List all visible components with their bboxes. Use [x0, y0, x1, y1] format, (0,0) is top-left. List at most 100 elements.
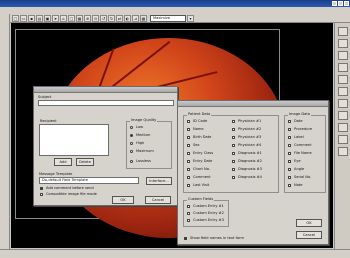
image-field-checkbox[interactable] [288, 128, 291, 131]
quality-lossless-label: Lossless [136, 159, 151, 163]
patient-field-checkbox[interactable] [232, 176, 235, 179]
patient-field-label: Comment [193, 175, 211, 179]
patient-field-checkbox[interactable] [187, 144, 190, 147]
image-field-checkbox[interactable] [288, 184, 291, 187]
patient-field-checkbox[interactable] [187, 152, 190, 155]
patient-data-label: Patient Data [187, 112, 212, 116]
patient-field-label: Physician #4 [238, 143, 262, 147]
subject-input[interactable] [38, 100, 174, 106]
ok-button[interactable]: OK [296, 219, 322, 227]
dropdown-arrow-icon[interactable]: ▾ [187, 14, 194, 22]
new-icon[interactable]: □ [12, 14, 19, 22]
patient-field-checkbox[interactable] [232, 120, 235, 123]
flip-icon[interactable]: ⇄ [116, 14, 123, 22]
quality-medium-radio[interactable] [130, 134, 133, 137]
add-comment-checkbox[interactable] [40, 187, 43, 190]
grid-icon[interactable]: ▦ [140, 14, 147, 22]
recipient-list[interactable] [39, 124, 109, 156]
recipient-label: Recipient [40, 119, 57, 123]
export-tool-icon[interactable] [338, 87, 348, 96]
thumbnail-tool-icon[interactable] [338, 27, 348, 36]
quality-lossless-radio[interactable] [130, 160, 133, 163]
ok-button[interactable]: OK [112, 196, 134, 204]
image-field-checkbox[interactable] [288, 120, 291, 123]
filter-tool-icon[interactable] [338, 63, 348, 72]
custom-field-checkbox[interactable] [187, 219, 190, 222]
image-field-checkbox[interactable] [288, 160, 291, 163]
mail-tool-icon[interactable] [338, 99, 348, 108]
patient-field-checkbox[interactable] [187, 136, 190, 139]
patient-field-checkbox[interactable] [187, 168, 190, 171]
patient-field-checkbox[interactable] [232, 152, 235, 155]
help-tool-icon[interactable] [338, 147, 348, 156]
image-quality-label: Image Quality [130, 118, 158, 122]
quality-high-radio[interactable] [130, 142, 133, 145]
image-field-label: Date [294, 119, 303, 123]
rectangle-icon[interactable]: □ [68, 14, 75, 22]
cancel-button[interactable]: Cancel [145, 196, 171, 204]
patient-field-checkbox[interactable] [232, 144, 235, 147]
compatible-mode-checkbox[interactable] [40, 193, 43, 196]
measure-icon[interactable]: ⊿ [132, 14, 139, 22]
select-icon[interactable]: ▦ [76, 14, 83, 22]
image-field-label: Note [294, 183, 303, 187]
arrow-icon[interactable]: ➤ [52, 14, 59, 22]
image-field-checkbox[interactable] [288, 144, 291, 147]
rotate-right-icon[interactable]: ↻ [108, 14, 115, 22]
patient-field-checkbox[interactable] [187, 128, 190, 131]
image-field-checkbox[interactable] [288, 176, 291, 179]
status-bar [0, 249, 350, 258]
minimize-button[interactable] [332, 1, 337, 6]
rotate-left-icon[interactable]: ↺ [100, 14, 107, 22]
save-icon[interactable]: ▪ [28, 14, 35, 22]
image-field-checkbox[interactable] [288, 168, 291, 171]
custom-field-checkbox[interactable] [187, 205, 190, 208]
text-fields-dialog: Patient Data ID Code Name Birth Date Sex Ent… [177, 100, 329, 245]
maximize-button[interactable] [338, 1, 343, 6]
custom-field-checkbox[interactable] [187, 212, 190, 215]
patient-field-checkbox[interactable] [187, 160, 190, 163]
report-tool-icon[interactable] [338, 123, 348, 132]
image-field-label: Label [294, 135, 304, 139]
patient-field-checkbox[interactable] [187, 184, 190, 187]
message-template-select[interactable]: Do-default Field Template [39, 177, 139, 184]
patient-field-label: Diagnosis #3 [238, 167, 262, 171]
patient-field-checkbox[interactable] [232, 160, 235, 163]
interface-button[interactable]: Interface... [146, 177, 172, 185]
delete-recipient-button[interactable]: Delete [76, 158, 94, 166]
cancel-button[interactable]: Cancel [296, 231, 322, 239]
annotate-tool-icon[interactable] [338, 51, 348, 60]
show-field-names-checkbox[interactable] [184, 237, 187, 240]
patient-field-label: Name [193, 127, 204, 131]
dialog-title-bar [178, 101, 328, 107]
patient-field-checkbox[interactable] [232, 136, 235, 139]
patient-field-label: Physician #2 [238, 127, 262, 131]
image-icon[interactable]: ▣ [44, 14, 51, 22]
image-field-checkbox[interactable] [288, 136, 291, 139]
zoom-select[interactable]: Maximize [150, 14, 186, 22]
zoom-in-icon[interactable]: ⊕ [84, 14, 91, 22]
show-field-names-label: Show field names in text form [190, 236, 244, 240]
patient-field-label: Physician #3 [238, 135, 262, 139]
patient-field-checkbox[interactable] [187, 176, 190, 179]
patient-field-checkbox[interactable] [232, 128, 235, 131]
image-field-checkbox[interactable] [288, 152, 291, 155]
quality-maximum-radio[interactable] [130, 150, 133, 153]
custom-field-label: Custom Entry #1 [193, 204, 224, 208]
patient-field-label: Sex [193, 143, 200, 147]
open-icon[interactable]: ▭ [20, 14, 27, 22]
patient-field-checkbox[interactable] [187, 120, 190, 123]
patient-field-checkbox[interactable] [232, 168, 235, 171]
home-icon[interactable]: ⌂ [60, 14, 67, 22]
settings-tool-icon[interactable] [338, 135, 348, 144]
compare-tool-icon[interactable] [338, 39, 348, 48]
print-icon[interactable]: ▤ [36, 14, 43, 22]
close-button[interactable] [344, 1, 349, 6]
quality-low-radio[interactable] [130, 126, 133, 129]
add-recipient-button[interactable]: Add [54, 158, 72, 166]
zoom-out-icon[interactable]: ⊖ [92, 14, 99, 22]
layout-tool-icon[interactable] [338, 75, 348, 84]
print-tool-icon[interactable] [338, 111, 348, 120]
quality-high-label: High [136, 141, 145, 145]
contrast-icon[interactable]: ◐ [124, 14, 131, 22]
